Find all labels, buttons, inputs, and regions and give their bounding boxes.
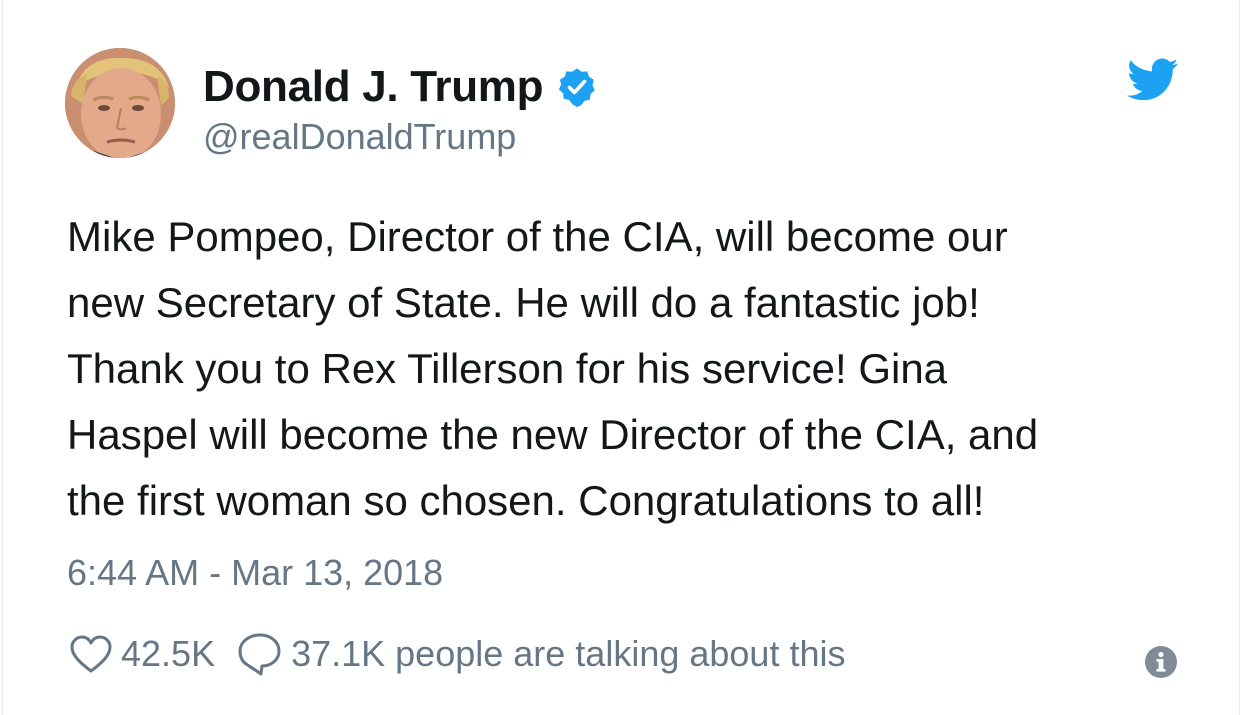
heart-icon (70, 635, 112, 673)
tweet-text: Mike Pompeo, Director of the CIA, will b… (67, 213, 1039, 524)
verified-badge-icon (559, 68, 595, 107)
speech-bubble-icon (238, 633, 281, 676)
like-count: 42.5K (121, 633, 216, 674)
tweet-card: Donald J. Trump @realDonaldTrump Mike Po… (2, 0, 1240, 715)
tweet-actions: 42.5K 37.1K people are talking about thi… (69, 632, 845, 676)
info-icon[interactable] (1144, 645, 1178, 679)
author-name-row[interactable]: Donald J. Trump (203, 62, 597, 112)
reply-button[interactable]: 37.1K people are talking about this (237, 632, 845, 676)
handle[interactable]: @realDonaldTrump (203, 116, 516, 158)
timestamp[interactable]: 6:44 AM - Mar 13, 2018 (67, 552, 443, 594)
talking-count: 37.1K people are talking about this (291, 633, 846, 674)
display-name[interactable]: Donald J. Trump (203, 62, 544, 112)
like-button[interactable]: 42.5K (69, 633, 215, 675)
twitter-bird-icon[interactable] (1127, 58, 1179, 102)
avatar[interactable] (65, 48, 175, 158)
